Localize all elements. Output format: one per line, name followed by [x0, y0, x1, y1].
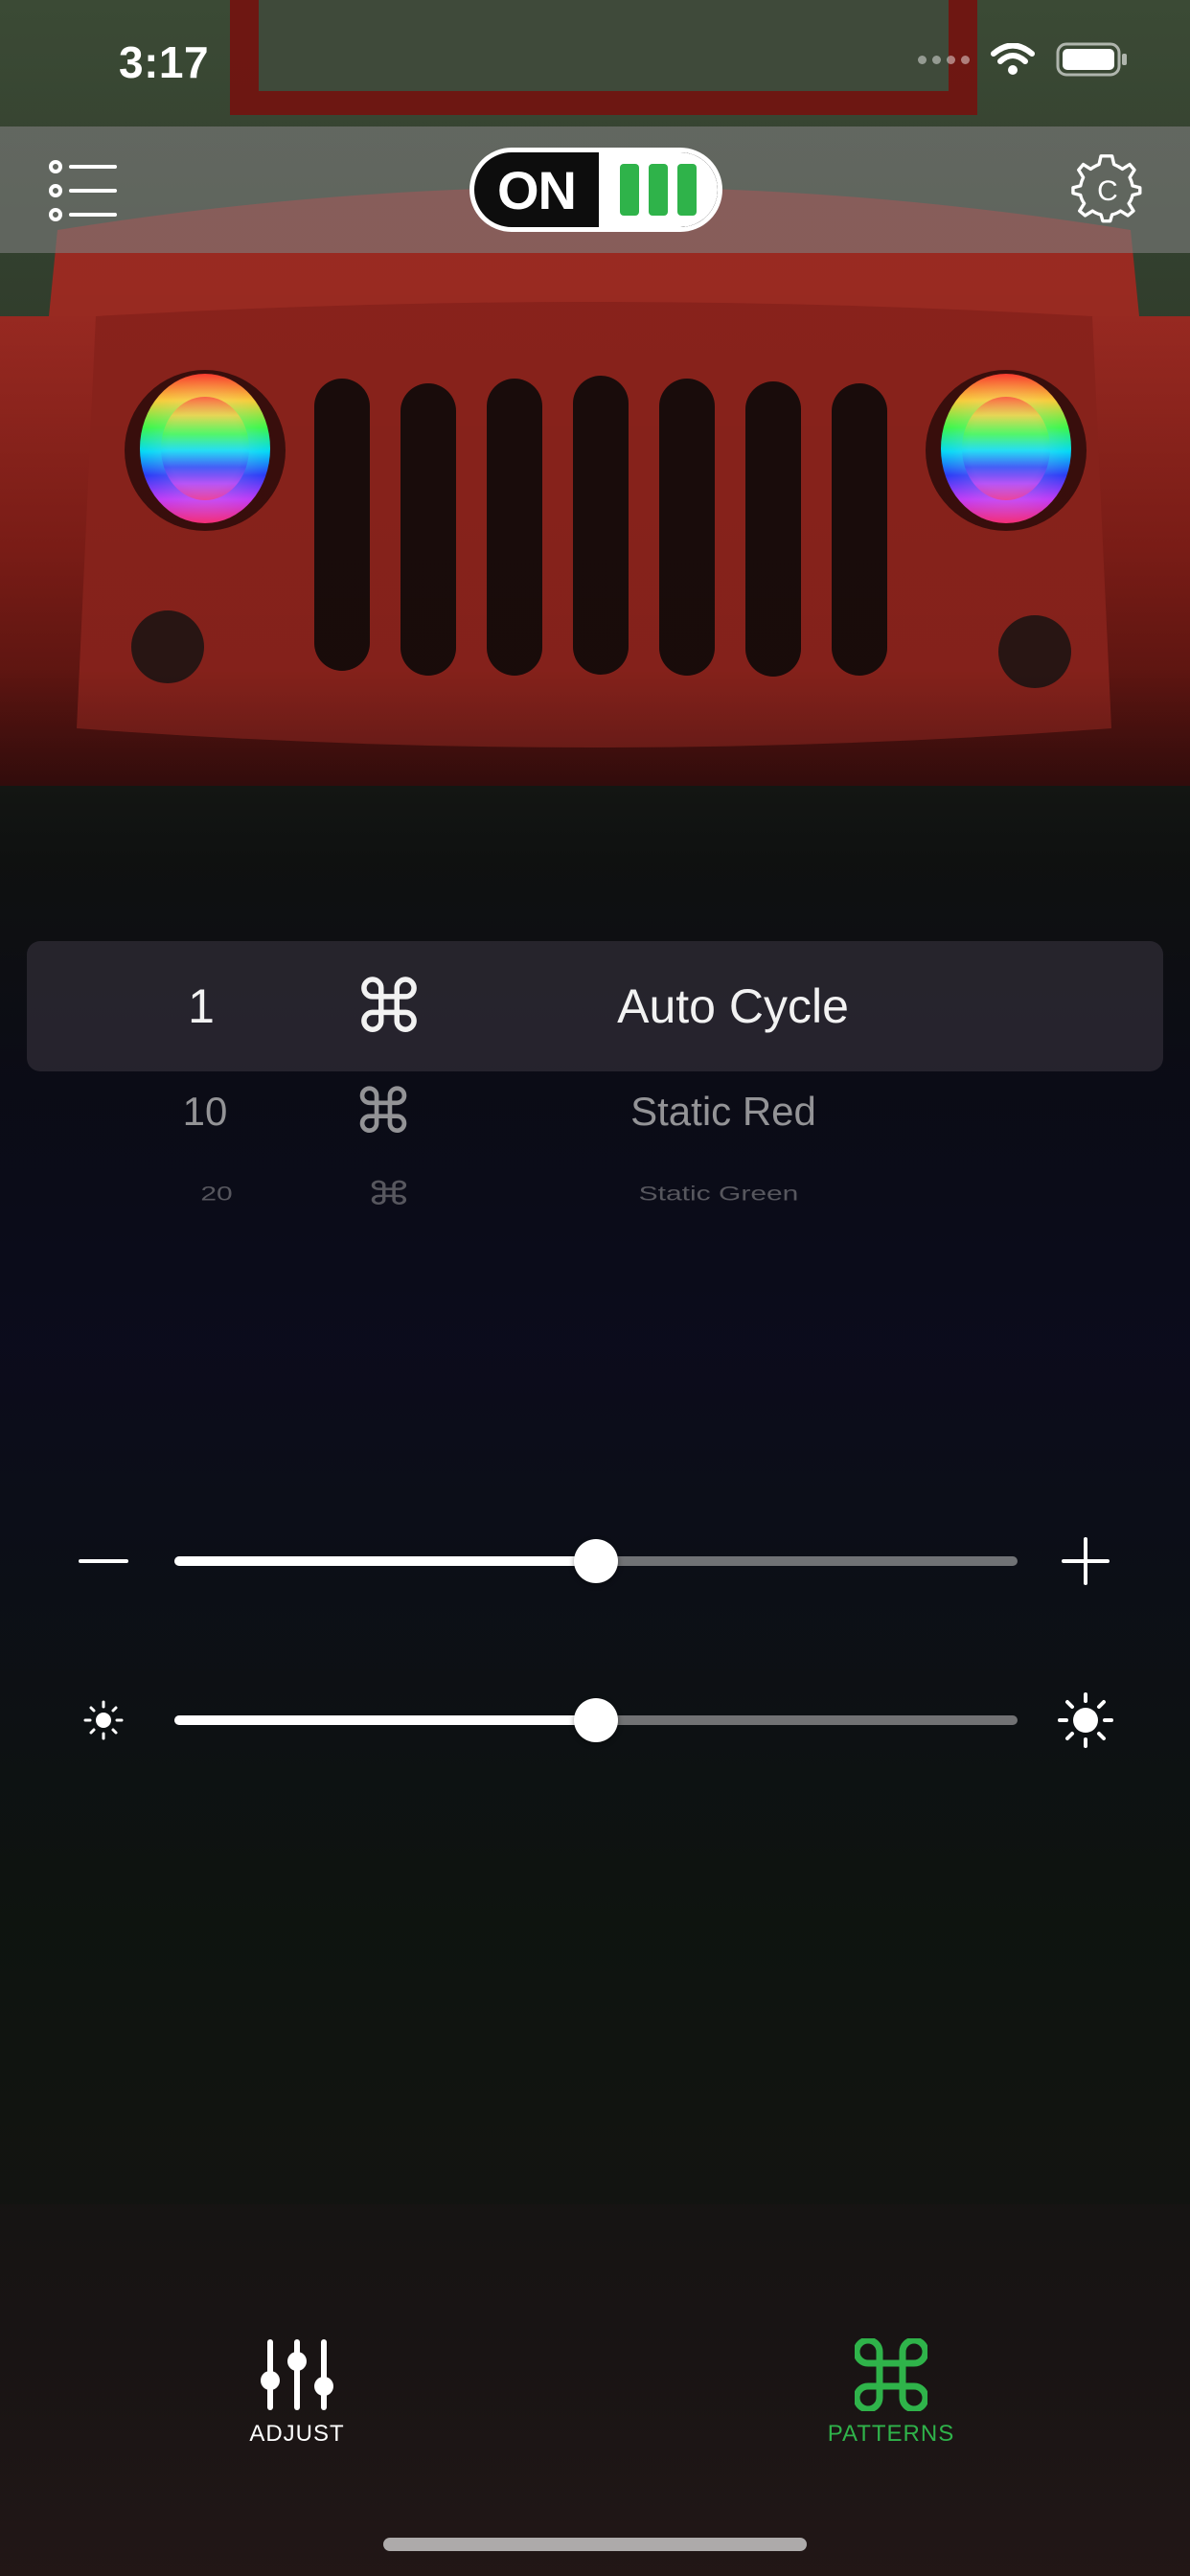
- status-bar: 3:17: [0, 0, 1190, 126]
- power-toggle[interactable]: ON: [469, 148, 722, 232]
- status-indicators: [918, 42, 1129, 77]
- pattern-name: Static Red: [630, 1089, 816, 1134]
- brightness-slider-row: [0, 1681, 1190, 1758]
- speed-slider[interactable]: [174, 1539, 1018, 1583]
- cellular-signal-icon: [918, 55, 970, 64]
- svg-text:C: C: [1097, 175, 1118, 207]
- wifi-icon: [991, 43, 1035, 75]
- power-toggle-indicator: [599, 152, 718, 227]
- tab-patterns[interactable]: PATTERNS: [747, 2319, 1035, 2482]
- power-toggle-label: ON: [497, 159, 577, 220]
- pattern-row[interactable]: 1 ⌘ Auto Cycle: [0, 967, 1190, 1048]
- sliders-icon: [261, 2339, 333, 2410]
- gear-c-icon: C: [1071, 154, 1142, 223]
- pattern-number: 1: [188, 979, 215, 1033]
- settings-button[interactable]: C: [1071, 153, 1144, 226]
- minus-icon[interactable]: [77, 1539, 130, 1583]
- speed-slider-fill: [174, 1556, 596, 1566]
- pattern-row[interactable]: 20 ⌘ Static Green: [0, 1177, 1190, 1212]
- brightness-slider-thumb[interactable]: [574, 1698, 618, 1742]
- status-time: 3:17: [119, 37, 210, 87]
- pattern-row[interactable]: 10 ⌘ Static Red: [0, 1077, 1190, 1146]
- battery-icon: [1056, 42, 1127, 77]
- list-menu-icon: [49, 160, 117, 221]
- pattern-number: 20: [200, 1183, 233, 1206]
- tab-patterns-label: PATTERNS: [827, 2421, 955, 2447]
- top-nav-bar: ON C: [0, 126, 1190, 253]
- pattern-picker[interactable]: 1 ⌘ Auto Cycle 10 ⌘ Static Red 20 ⌘ Stat…: [0, 939, 1190, 1255]
- pattern-name: Auto Cycle: [617, 979, 849, 1033]
- background-jeep-image: [0, 0, 1190, 2576]
- speed-slider-thumb[interactable]: [574, 1539, 618, 1583]
- pattern-number: 10: [182, 1089, 228, 1134]
- menu-button[interactable]: [46, 157, 123, 224]
- tab-adjust-label: ADJUST: [249, 2421, 345, 2447]
- plus-icon[interactable]: [1058, 1533, 1113, 1589]
- sun-large-icon[interactable]: [1058, 1692, 1113, 1748]
- home-indicator[interactable]: [383, 2538, 807, 2551]
- command-icon: [855, 2338, 927, 2411]
- command-icon: ⌘: [353, 966, 425, 1048]
- sun-small-icon[interactable]: [77, 1698, 130, 1742]
- bottom-tab-bar: ADJUST PATTERNS: [0, 2319, 1190, 2492]
- speed-slider-row: [0, 1522, 1190, 1598]
- command-icon: ⌘: [353, 1076, 414, 1146]
- pattern-name: Static Green: [638, 1183, 799, 1206]
- command-icon: ⌘: [366, 1176, 412, 1212]
- tab-adjust[interactable]: ADJUST: [153, 2319, 441, 2482]
- brightness-slider-fill: [174, 1715, 596, 1725]
- brightness-slider[interactable]: [174, 1698, 1018, 1742]
